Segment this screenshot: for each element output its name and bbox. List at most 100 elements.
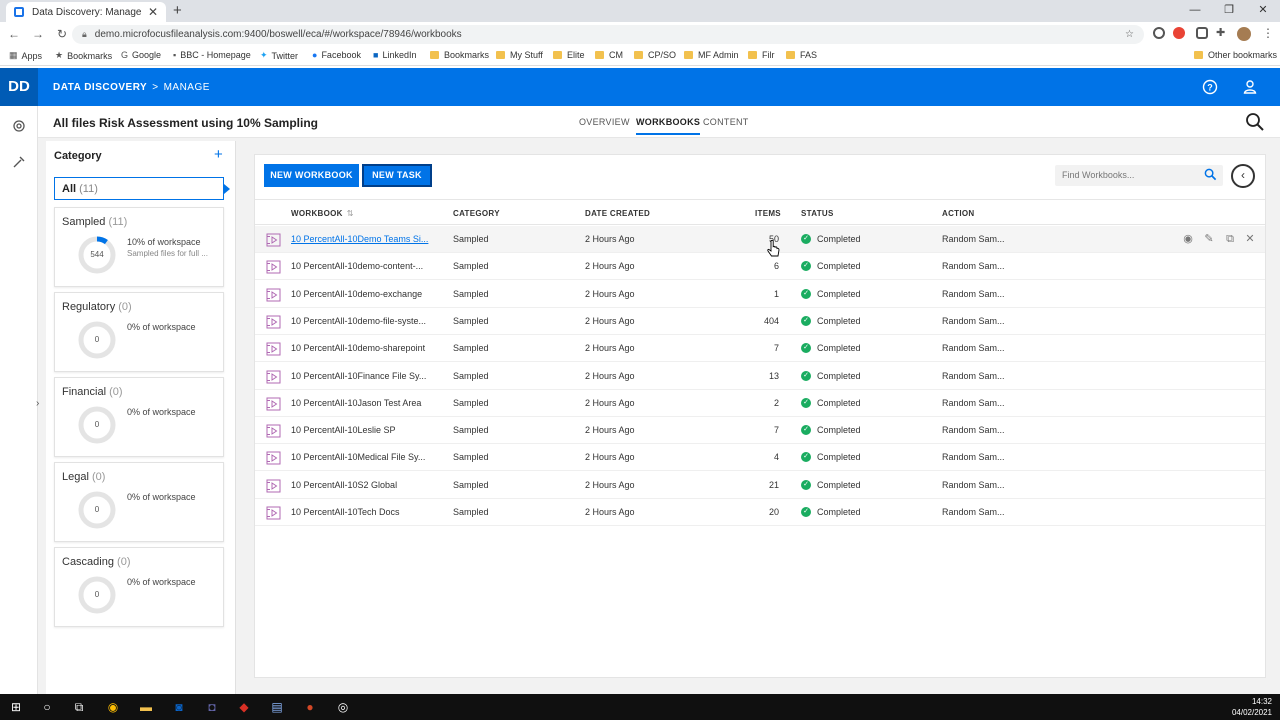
bookmark-folder[interactable]: FAS	[786, 50, 817, 60]
browser-profile-avatar[interactable]	[1237, 27, 1251, 41]
bookmark-apps[interactable]: ▦ Apps	[9, 50, 42, 61]
bookmark-star-icon[interactable]: ☆	[1125, 29, 1134, 40]
bookmark-twitter[interactable]: ✦ Twitter	[260, 50, 298, 61]
chrome-icon[interactable]: ◉	[104, 698, 122, 716]
breadcrumb-app[interactable]: DATA DISCOVERY	[53, 82, 147, 93]
search-icon[interactable]: ○	[38, 698, 56, 716]
search-icon[interactable]	[1204, 168, 1217, 181]
bookmark-folder[interactable]: Bookmarks	[430, 50, 489, 60]
browser-tab[interactable]: Data Discovery: Manage ✕	[6, 2, 166, 22]
category-card-legal[interactable]: Legal (0) 0 0% of workspace	[54, 462, 224, 542]
extension-icon[interactable]	[1173, 27, 1185, 39]
table-row[interactable]: 10 PercentAll-10demo-content-... Sampled 2…	[255, 253, 1265, 281]
bookmark-linkedin[interactable]: ■ LinkedIn	[373, 50, 416, 60]
windows-start-icon[interactable]: ⊞	[7, 698, 25, 716]
powerpoint-icon[interactable]: ●	[301, 698, 319, 716]
bookmark-google[interactable]: G Google	[121, 50, 161, 60]
sort-icon[interactable]: ⇅	[347, 209, 354, 218]
reload-icon[interactable]: ↻	[52, 27, 72, 41]
open-external-icon[interactable]: ⧉	[1223, 232, 1237, 246]
app-logo[interactable]: DD	[0, 68, 38, 106]
category-card-financial[interactable]: Financial (0) 0 0% of workspace	[54, 377, 224, 457]
extension-icon[interactable]	[1196, 27, 1208, 39]
bookmark-folder[interactable]: Elite	[553, 50, 585, 60]
workbook-name[interactable]: 10 PercentAll-10Demo Teams Si...	[291, 234, 433, 244]
table-row[interactable]: 10 PercentAll-10Tech Docs Sampled 2 Hours …	[255, 499, 1265, 526]
find-workbooks-input[interactable]: Find Workbooks...	[1055, 165, 1223, 186]
column-items[interactable]: ITEMS	[755, 209, 781, 218]
tools-icon[interactable]	[11, 154, 27, 170]
bookmark-folder[interactable]: CP/SO	[634, 50, 676, 60]
new-tab-icon[interactable]: +	[173, 2, 182, 19]
workspace-icon[interactable]	[11, 118, 27, 134]
workbook-name[interactable]: 10 PercentAll-10Leslie SP	[291, 425, 433, 435]
back-icon[interactable]: ←	[4, 27, 24, 41]
bookmark-bbc[interactable]: ▪ BBC - Homepage	[173, 50, 251, 60]
workbook-name[interactable]: 10 PercentAll-10S2 Global	[291, 480, 433, 490]
bookmark-bookmarks[interactable]: ★ Bookmarks	[55, 50, 112, 61]
category-all[interactable]: All (11)	[54, 177, 230, 200]
system-clock[interactable]: 14:32 04/02/2021	[1232, 696, 1272, 718]
tab-workbooks[interactable]: WORKBOOKS	[636, 117, 701, 135]
app-icon[interactable]: ◎	[334, 698, 352, 716]
table-row[interactable]: 10 PercentAll-10demo-exchange Sampled 2 Ho…	[255, 281, 1265, 308]
column-workbook[interactable]: WORKBOOK ⇅	[291, 209, 354, 218]
workbook-name[interactable]: 10 PercentAll-10Jason Test Area	[291, 398, 433, 408]
workbook-name[interactable]: 10 PercentAll-10Tech Docs	[291, 507, 433, 517]
workbook-name[interactable]: 10 PercentAll-10demo-file-syste...	[291, 316, 433, 326]
tab-content[interactable]: CONTENT	[703, 117, 749, 127]
forward-icon[interactable]: →	[28, 27, 48, 41]
workbook-name[interactable]: 10 PercentAll-10demo-content-...	[291, 261, 433, 271]
workbook-name[interactable]: 10 PercentAll-10demo-exchange	[291, 289, 433, 299]
browser-menu-icon[interactable]: ⋮	[1262, 26, 1274, 40]
column-action[interactable]: ACTION	[942, 209, 974, 218]
delete-icon[interactable]: ✕	[1243, 232, 1257, 246]
table-row[interactable]: 10 PercentAll-10demo-sharepoint Sampled 2 …	[255, 335, 1265, 363]
expand-panel-icon[interactable]: ›	[36, 398, 39, 409]
tab-overview[interactable]: OVERVIEW	[579, 117, 630, 127]
task-view-icon[interactable]: ⧉	[70, 698, 88, 716]
teams-icon[interactable]: ◘	[203, 698, 221, 716]
maximize-icon[interactable]: ❐	[1212, 0, 1246, 22]
bookmark-other[interactable]: Other bookmarks	[1194, 50, 1277, 60]
table-row[interactable]: 10 PercentAll-10Medical File Sy... Sample…	[255, 444, 1265, 472]
file-explorer-icon[interactable]: ▬	[137, 698, 155, 716]
category-card-regulatory[interactable]: Regulatory (0) 0 0% of workspace	[54, 292, 224, 372]
bookmark-facebook[interactable]: ● Facebook	[312, 50, 361, 60]
column-status[interactable]: STATUS	[801, 209, 834, 218]
workbook-name[interactable]: 10 PercentAll-10Finance File Sy...	[291, 371, 433, 381]
table-row[interactable]: 10 PercentAll-10Demo Teams Si... Sampled 2…	[255, 226, 1265, 253]
new-workbook-button[interactable]: NEW WORKBOOK	[264, 164, 359, 187]
extension-icon[interactable]	[1153, 27, 1165, 39]
help-icon[interactable]: ?	[1202, 79, 1218, 95]
new-task-button[interactable]: NEW TASK	[362, 164, 432, 187]
outlook-icon[interactable]: ◙	[170, 698, 188, 716]
minimize-icon[interactable]: —	[1178, 0, 1212, 22]
bookmark-folder[interactable]: MF Admin	[684, 50, 739, 60]
workbook-name[interactable]: 10 PercentAll-10demo-sharepoint	[291, 343, 433, 353]
table-row[interactable]: 10 PercentAll-10Jason Test Area Sampled 2 …	[255, 390, 1265, 417]
table-row[interactable]: 10 PercentAll-10S2 Global Sampled 2 Hours …	[255, 472, 1265, 499]
tab-close-icon[interactable]: ✕	[148, 5, 158, 19]
address-bar[interactable]: 🔒︎ demo.microfocusfileanalysis.com:9400/…	[72, 25, 1144, 44]
user-icon[interactable]	[1242, 79, 1258, 95]
column-date-created[interactable]: DATE CREATED	[585, 209, 650, 218]
bookmark-folder[interactable]: CM	[595, 50, 623, 60]
search-icon[interactable]	[1245, 112, 1265, 132]
notepad-icon[interactable]: ▤	[268, 698, 286, 716]
table-row[interactable]: 10 PercentAll-10Finance File Sy... Sample…	[255, 363, 1265, 390]
edit-icon[interactable]: ✎	[1202, 232, 1216, 246]
bookmark-folder[interactable]: Filr	[748, 50, 775, 60]
view-icon[interactable]: ◉	[1181, 232, 1195, 246]
extensions-puzzle-icon[interactable]: ✚	[1216, 26, 1228, 39]
category-card-cascading[interactable]: Cascading (0) 0 0% of workspace	[54, 547, 224, 627]
add-category-icon[interactable]: +	[214, 146, 223, 163]
bookmark-folder[interactable]: My Stuff	[496, 50, 543, 60]
category-card-sampled[interactable]: Sampled (11) 544 10% of workspace Sample…	[54, 207, 224, 287]
workbook-name[interactable]: 10 PercentAll-10Medical File Sy...	[291, 452, 433, 462]
acrobat-icon[interactable]: ◆	[235, 698, 253, 716]
collapse-circle-icon[interactable]: ‹	[1231, 164, 1255, 188]
column-category[interactable]: CATEGORY	[453, 209, 500, 218]
window-close-icon[interactable]: ✕	[1246, 0, 1280, 22]
table-row[interactable]: 10 PercentAll-10Leslie SP Sampled 2 Hours …	[255, 417, 1265, 445]
